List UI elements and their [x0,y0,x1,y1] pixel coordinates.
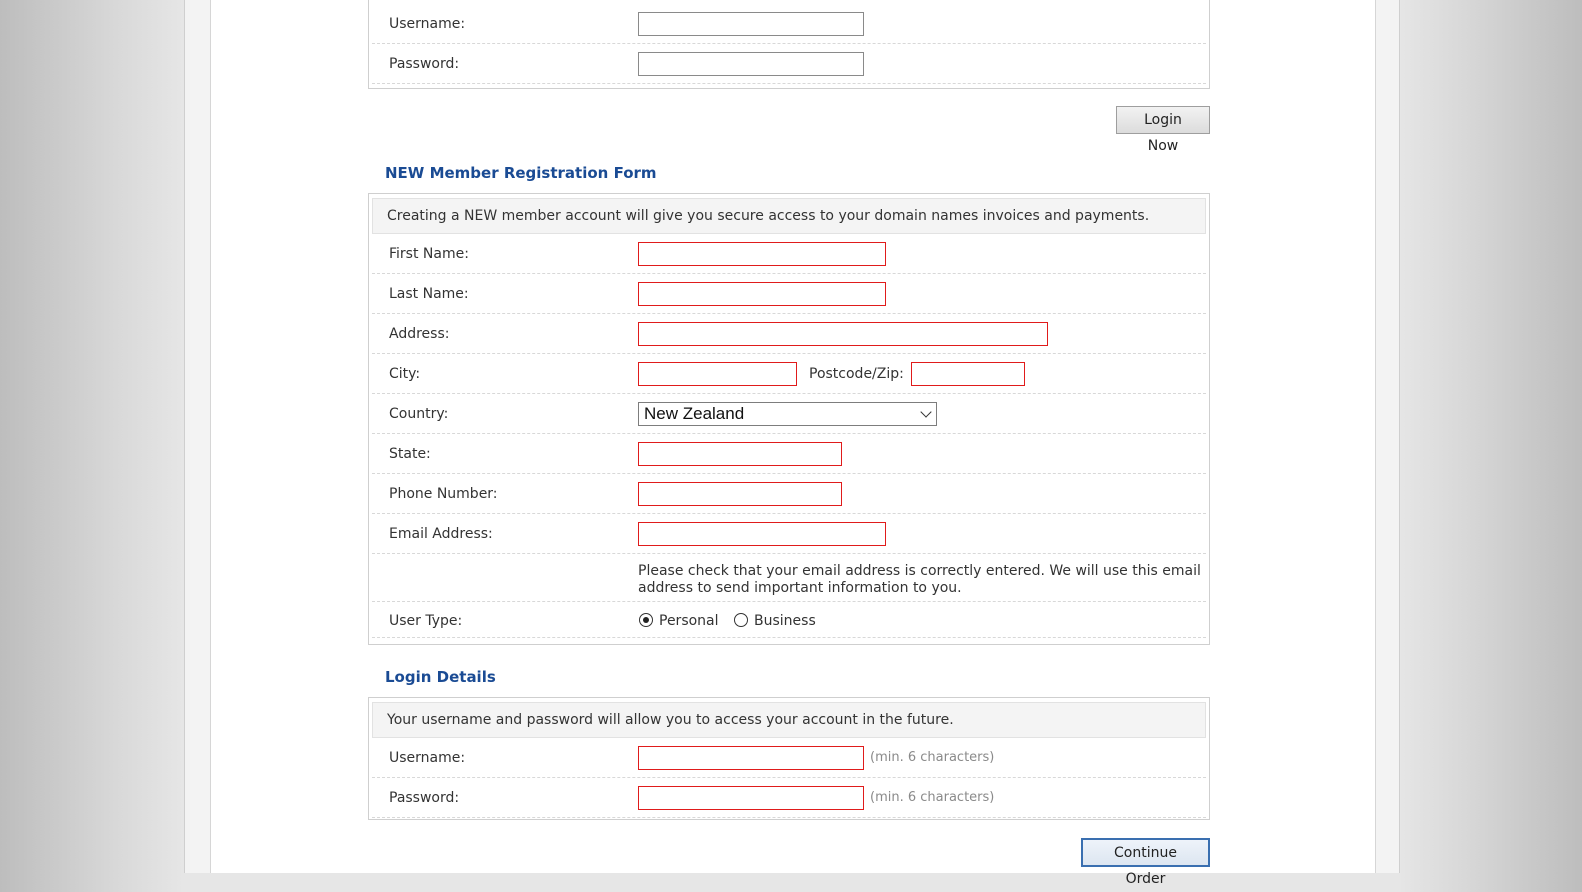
first-name-label: First Name: [389,246,469,262]
state-input[interactable] [638,442,842,466]
username-row: Username: [372,4,1206,44]
first-name-row: First Name: [372,234,1206,274]
existing-password-input[interactable] [638,52,864,76]
login-now-button[interactable]: Login Now [1116,106,1210,154]
phone-label: Phone Number: [389,486,498,502]
phone-input[interactable] [638,482,842,506]
email-label: Email Address: [389,526,493,542]
email-note: Please check that your email address is … [638,563,1201,596]
address-label: Address: [389,326,450,342]
city-row: City: Postcode/Zip: [372,354,1206,394]
registration-panel: Creating a NEW member account will give … [368,193,1210,645]
password-label: Password: [389,56,460,72]
email-row: Email Address: [372,514,1206,554]
existing-login-panel: Username: Password: [368,0,1210,89]
login-details-heading: Login Details [385,668,496,686]
new-username-label: Username: [389,750,466,766]
state-row: State: [372,434,1206,474]
city-input[interactable] [638,362,797,386]
country-select-value: New Zealand [644,404,745,423]
user-type-row: User Type: Personal Business [372,602,1206,638]
email-note-row: Please check that your email address is … [372,554,1206,602]
existing-username-input[interactable] [638,12,864,36]
new-password-input[interactable] [638,786,864,810]
country-label: Country: [389,406,449,422]
new-password-label: Password: [389,790,460,806]
address-input[interactable] [638,322,1048,346]
address-row: Address: [372,314,1206,354]
country-select[interactable]: New Zealand [638,402,937,426]
new-username-input[interactable] [638,746,864,770]
country-row: Country: New Zealand [372,394,1206,434]
last-name-label: Last Name: [389,286,469,302]
login-details-note: Your username and password will allow yo… [372,702,1206,738]
phone-row: Phone Number: [372,474,1206,514]
registration-note: Creating a NEW member account will give … [372,198,1206,234]
registration-heading: NEW Member Registration Form [385,164,657,182]
user-type-label: User Type: [389,613,463,629]
email-input[interactable] [638,522,886,546]
continue-order-button[interactable]: Continue Order [1081,838,1210,887]
personal-radio-label: Personal [659,613,719,629]
new-username-row: Username: (min. 6 characters) [372,738,1206,778]
new-password-row: Password: (min. 6 characters) [372,778,1206,818]
last-name-input[interactable] [638,282,886,306]
chevron-down-icon [920,406,932,418]
business-radio[interactable] [734,613,748,627]
city-label: City: [389,366,421,382]
state-label: State: [389,446,431,462]
username-label: Username: [389,16,466,32]
username-hint: (min. 6 characters) [870,750,995,765]
business-radio-label: Business [754,613,816,629]
first-name-input[interactable] [638,242,886,266]
login-details-panel: Your username and password will allow yo… [368,697,1210,820]
personal-radio[interactable] [639,613,653,627]
password-hint: (min. 6 characters) [870,790,995,805]
postcode-input[interactable] [911,362,1025,386]
postcode-label: Postcode/Zip: [809,366,904,382]
password-row: Password: [372,44,1206,84]
last-name-row: Last Name: [372,274,1206,314]
